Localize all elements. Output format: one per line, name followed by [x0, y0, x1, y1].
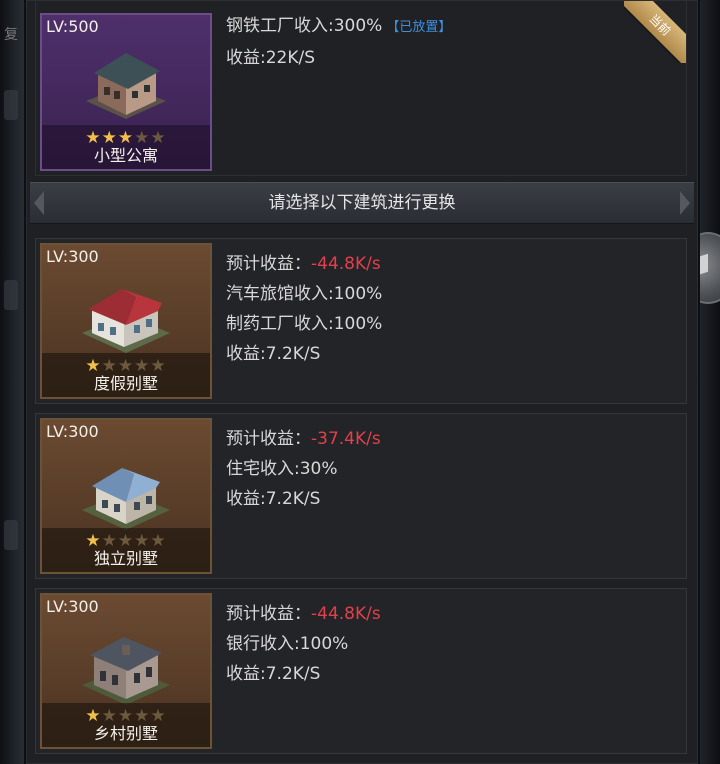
current-building-card: LV:500 ★★★★★ 小型公寓 钢铁工厂收入:300% 【已放置】 收益:22…: [35, 0, 687, 176]
thumbnail-footer: ★★★★★ 独立别墅: [42, 528, 210, 572]
thumbnail-footer: ★★★★★ 乡村别墅: [42, 703, 210, 747]
expected-yield-value: -44.8K/s: [311, 254, 381, 274]
level-label: LV:300: [46, 422, 99, 441]
select-replacement-banner: 请选择以下建筑进行更换: [30, 182, 694, 224]
thumbnail-footer: ★★★★★ 小型公寓: [42, 125, 210, 169]
scenery-block: [4, 90, 18, 120]
option-info: 预计收益：-44.8K/s 银行收入:100% 收益:7.2K/S: [226, 599, 381, 689]
level-label: LV:500: [46, 17, 99, 36]
info-line: 汽车旅馆收入:100%: [226, 284, 383, 304]
expected-yield-value: -37.4K/s: [311, 429, 381, 449]
building-resort-villa-icon: [82, 289, 170, 353]
info-line: 收益:7.2K/S: [226, 664, 321, 684]
option-thumbnail[interactable]: LV:300 ★★★★★ 度假别墅: [40, 243, 212, 399]
left-edge-glyph: 复: [4, 27, 18, 43]
expected-yield-label: 预计收益：: [226, 429, 311, 449]
option-thumbnail[interactable]: LV:300 ★★★★★ 独立别墅: [40, 418, 212, 574]
info-line: 住宅收入:30%: [226, 459, 338, 479]
replacement-option-card[interactable]: LV:300 ★★★★★ 独立别墅 预计收益：-37.4K/s 住宅收入:30%…: [35, 413, 687, 579]
current-ribbon: 当前: [624, 1, 686, 63]
building-name: 小型公寓: [93, 146, 158, 165]
building-name: 度假别墅: [93, 374, 158, 393]
building-name: 乡村别墅: [93, 724, 158, 743]
income-bonus-text: 钢铁工厂收入:300%: [226, 16, 383, 36]
thumbnail-footer: ★★★★★ 度假别墅: [42, 353, 210, 397]
current-building-thumbnail[interactable]: LV:500 ★★★★★ 小型公寓: [40, 13, 212, 171]
building-detached-villa-icon: [82, 468, 170, 530]
option-info: 预计收益：-44.8K/s 汽车旅馆收入:100% 制药工厂收入:100% 收益…: [226, 249, 382, 369]
info-line: 制药工厂收入:100%: [226, 314, 383, 334]
option-info: 预计收益：-37.4K/s 住宅收入:30% 收益:7.2K/S: [226, 424, 381, 514]
scenery-block: [4, 280, 18, 310]
info-line: 银行收入:100%: [226, 634, 349, 654]
info-line: 收益:7.2K/S: [226, 489, 321, 509]
expected-yield-label: 预计收益：: [226, 604, 311, 624]
expected-yield-row: 预计收益：-37.4K/s: [226, 424, 381, 454]
income-bonus-row: 钢铁工厂收入:300% 【已放置】: [226, 11, 451, 43]
placed-tag: 【已放置】: [386, 20, 452, 35]
building-name: 独立别墅: [93, 549, 158, 568]
option-thumbnail[interactable]: LV:300 ★★★★★ 乡村别墅: [40, 593, 212, 749]
info-line: 收益:7.2K/S: [226, 344, 321, 364]
expected-yield-row: 预计收益：-44.8K/s: [226, 599, 381, 629]
building-replace-panel: LV:500 ★★★★★ 小型公寓 钢铁工厂收入:300% 【已放置】 收益:22…: [24, 0, 700, 764]
building-country-villa-icon: [82, 637, 170, 705]
building-small-apartment-icon: [86, 53, 166, 119]
level-label: LV:300: [46, 247, 99, 266]
expected-yield-value: -44.8K/s: [311, 604, 381, 624]
background-left-scenery: 复: [0, 0, 26, 764]
level-label: LV:300: [46, 597, 99, 616]
replacement-option-card[interactable]: LV:300 ★★★★★ 乡村别墅 预计收益：-44.8K/s 银行收入:100…: [35, 588, 687, 754]
expected-yield-label: 预计收益：: [226, 254, 311, 274]
current-ribbon-label: 当前: [624, 1, 686, 63]
current-building-info: 钢铁工厂收入:300% 【已放置】 收益:22K/S: [226, 11, 451, 73]
scenery-block: [4, 520, 18, 550]
yield-row: 收益:22K/S: [226, 48, 316, 68]
expected-yield-row: 预计收益：-44.8K/s: [226, 249, 382, 279]
replacement-option-card[interactable]: LV:300 ★★★★★ 度假别墅 预计收益：-44.8K/s 汽车旅馆收入:1…: [35, 238, 687, 404]
